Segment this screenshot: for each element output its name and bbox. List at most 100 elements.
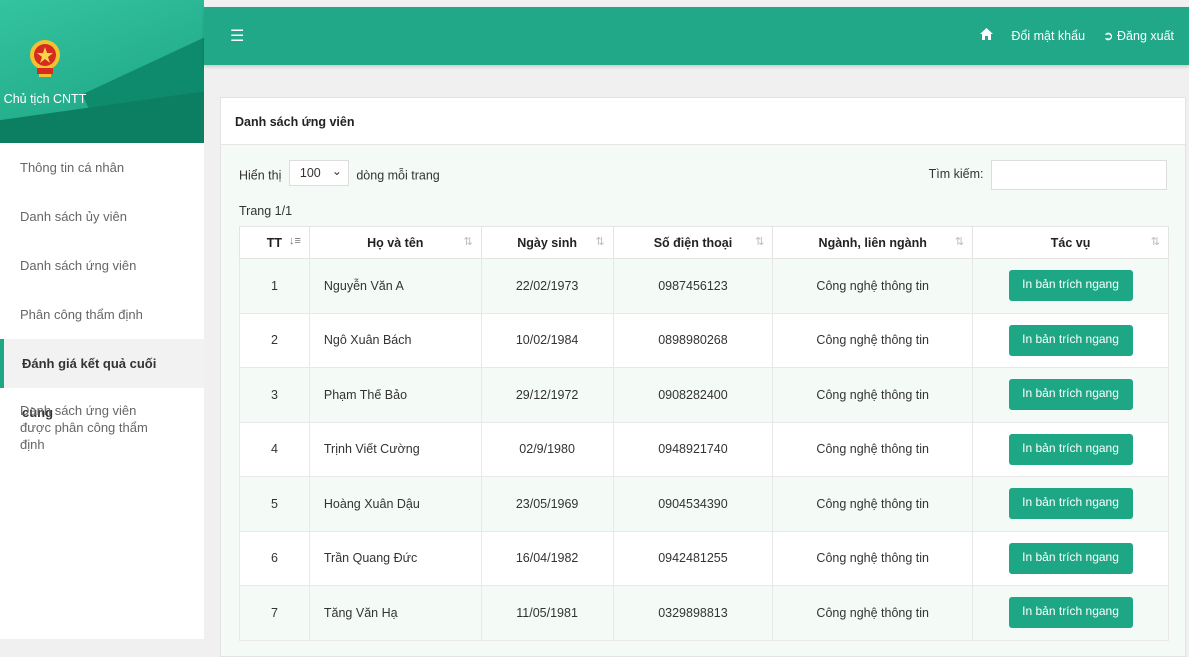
- table-body: 1 Nguyễn Văn A 22/02/1973 0987456123 Côn…: [239, 258, 1169, 641]
- column-header-tt[interactable]: TT ↓≡: [239, 226, 310, 259]
- cell-field: Công nghệ thông tin: [772, 585, 974, 641]
- cell-phone: 0904534390: [612, 476, 774, 532]
- table-row: 1 Nguyễn Văn A 22/02/1973 0987456123 Côn…: [239, 258, 1169, 314]
- cell-action: In bản trích ngang: [972, 367, 1169, 423]
- sidebar-item-personal-info[interactable]: Thông tin cá nhân: [0, 143, 204, 192]
- table-row: 2 Ngô Xuân Bách 10/02/1984 0898980268 Cô…: [239, 312, 1169, 368]
- column-header-actions[interactable]: Tác vụ ⇅: [972, 226, 1169, 259]
- page-info: Trang 1/1: [239, 204, 293, 218]
- logout-label: Đăng xuất: [1117, 29, 1174, 43]
- cell-action: In bản trích ngang: [972, 421, 1169, 477]
- print-summary-button[interactable]: In bản trích ngang: [1008, 324, 1133, 356]
- cell-action: In bản trích ngang: [972, 258, 1169, 314]
- cell-name: Nguyễn Văn A: [308, 258, 482, 314]
- print-summary-button[interactable]: In bản trích ngang: [1008, 597, 1133, 629]
- table-controls: Hiển thị 100 ⌄ dòng mỗi trang Tìm kiếm:: [239, 160, 1169, 190]
- page-length-control: Hiển thị 100 ⌄ dòng mỗi trang: [239, 160, 440, 186]
- print-summary-button[interactable]: In bản trích ngang: [1008, 433, 1133, 465]
- cell-field: Công nghệ thông tin: [772, 258, 974, 314]
- cell-dob: 22/02/1973: [480, 258, 614, 314]
- column-header-dob[interactable]: Ngày sinh ⇅: [480, 226, 614, 259]
- cell-field: Công nghệ thông tin: [772, 312, 974, 368]
- cell-action: In bản trích ngang: [972, 312, 1169, 368]
- cell-phone: 0329898813: [612, 585, 774, 641]
- logout-link[interactable]: ➲ Đăng xuất: [1103, 28, 1174, 43]
- candidates-table: TT ↓≡ Họ và tên ⇅ Ngày sinh ⇅ Số điện thoại…: [239, 226, 1169, 641]
- sort-icon: ⇅: [595, 236, 605, 248]
- candidates-panel: Danh sách ứng viên Hiển thị 100 ⌄ dòng m…: [220, 97, 1186, 657]
- print-summary-button[interactable]: In bản trích ngang: [1008, 270, 1133, 302]
- cell-tt: 1: [239, 258, 310, 314]
- search-input[interactable]: [991, 160, 1167, 190]
- change-password-link[interactable]: Đổi mật khẩu: [1011, 29, 1085, 43]
- sidebar-item-candidate-list[interactable]: Danh sách ứng viên: [0, 241, 204, 290]
- cell-dob: 10/02/1984: [480, 312, 614, 368]
- top-bar: ☰ Đổi mật khẩu ➲ Đăng xuất: [204, 7, 1189, 65]
- table-header-row: TT ↓≡ Họ và tên ⇅ Ngày sinh ⇅ Số điện thoại…: [239, 226, 1169, 259]
- sidebar-nav: Thông tin cá nhân Danh sách ủy viên Danh…: [0, 143, 204, 453]
- cell-tt: 3: [239, 367, 310, 423]
- length-suffix: dòng mỗi trang: [356, 168, 440, 183]
- table-row: 4 Trịnh Viết Cường 02/9/1980 0948921740 …: [239, 421, 1169, 477]
- print-summary-button[interactable]: In bản trích ngang: [1008, 488, 1133, 520]
- column-header-name[interactable]: Họ và tên ⇅: [308, 226, 482, 259]
- cell-field: Công nghệ thông tin: [772, 421, 974, 477]
- sort-icon: ⇅: [1150, 236, 1160, 248]
- cell-field: Công nghệ thông tin: [772, 530, 974, 586]
- sidebar-item-final-evaluation[interactable]: Đánh giá kết quả cuối cùng: [0, 339, 204, 420]
- cell-phone: 0898980268: [612, 312, 774, 368]
- sidebar: Chủ tịch CNTT Thông tin cá nhân Danh sác…: [0, 0, 204, 639]
- cell-field: Công nghệ thông tin: [772, 367, 974, 423]
- panel-title: Danh sách ứng viên: [221, 98, 1185, 145]
- print-summary-button[interactable]: In bản trích ngang: [1008, 379, 1133, 411]
- print-summary-button[interactable]: In bản trích ngang: [1008, 542, 1133, 574]
- cell-name: Trịnh Viết Cường: [308, 421, 482, 477]
- cell-dob: 11/05/1981: [480, 585, 614, 641]
- cell-dob: 23/05/1969: [480, 476, 614, 532]
- column-header-phone[interactable]: Số điện thoại ⇅: [612, 226, 774, 259]
- cell-tt: 7: [239, 585, 310, 641]
- table-row: 6 Trần Quang Đức 16/04/1982 0942481255 C…: [239, 530, 1169, 586]
- sidebar-item-assignment[interactable]: Phân công thẩm định: [0, 290, 204, 339]
- search-label: Tìm kiếm:: [928, 167, 984, 182]
- table-row: 7 Tăng Văn Hạ 11/05/1981 0329898813 Công…: [239, 585, 1169, 641]
- cell-name: Ngô Xuân Bách: [308, 312, 482, 368]
- cell-action: In bản trích ngang: [972, 476, 1169, 532]
- brand-header: Chủ tịch CNTT: [0, 0, 204, 143]
- sidebar-item-committee-list[interactable]: Danh sách ủy viên: [0, 192, 204, 241]
- cell-tt: 4: [239, 421, 310, 477]
- cell-phone: 0948921740: [612, 421, 774, 477]
- cell-name: Tăng Văn Hạ: [308, 585, 482, 641]
- chevron-down-icon: ⌄: [331, 164, 342, 178]
- table-row: 5 Hoàng Xuân Dậu 23/05/1969 0904534390 C…: [239, 476, 1169, 532]
- national-emblem-icon: [30, 40, 60, 77]
- top-nav: Đổi mật khẩu ➲ Đăng xuất: [980, 28, 1174, 43]
- cell-name: Trần Quang Đức: [308, 530, 482, 586]
- home-icon[interactable]: [980, 28, 994, 43]
- cell-phone: 0942481255: [612, 530, 774, 586]
- page-length-select[interactable]: 100 ⌄: [288, 160, 349, 186]
- length-prefix: Hiển thị: [239, 168, 282, 183]
- cell-tt: 5: [239, 476, 310, 532]
- sort-asc-icon: ↓≡: [288, 235, 301, 247]
- search-control: Tìm kiếm:: [929, 160, 1167, 190]
- cell-dob: 16/04/1982: [480, 530, 614, 586]
- cell-tt: 2: [239, 312, 310, 368]
- cell-tt: 6: [239, 530, 310, 586]
- cell-name: Hoàng Xuân Dậu: [308, 476, 482, 532]
- cell-dob: 29/12/1972: [480, 367, 614, 423]
- sort-icon: ⇅: [954, 236, 965, 248]
- sort-icon: ⇅: [463, 236, 473, 248]
- cell-action: In bản trích ngang: [972, 585, 1169, 641]
- cell-name: Phạm Thế Bảo: [308, 367, 482, 423]
- sort-icon: ⇅: [755, 236, 765, 248]
- cell-dob: 02/9/1980: [480, 421, 614, 477]
- hamburger-icon[interactable]: ☰: [230, 26, 244, 46]
- cell-field: Công nghệ thông tin: [772, 476, 974, 532]
- cell-phone: 0908282400: [612, 367, 774, 423]
- cell-action: In bản trích ngang: [972, 530, 1169, 586]
- table-row: 3 Phạm Thế Bảo 29/12/1972 0908282400 Côn…: [239, 367, 1169, 423]
- brand-title: Chủ tịch CNTT: [3, 92, 87, 106]
- column-header-field[interactable]: Ngành, liên ngành ⇅: [772, 226, 974, 259]
- sign-out-icon: ➲: [1103, 29, 1114, 43]
